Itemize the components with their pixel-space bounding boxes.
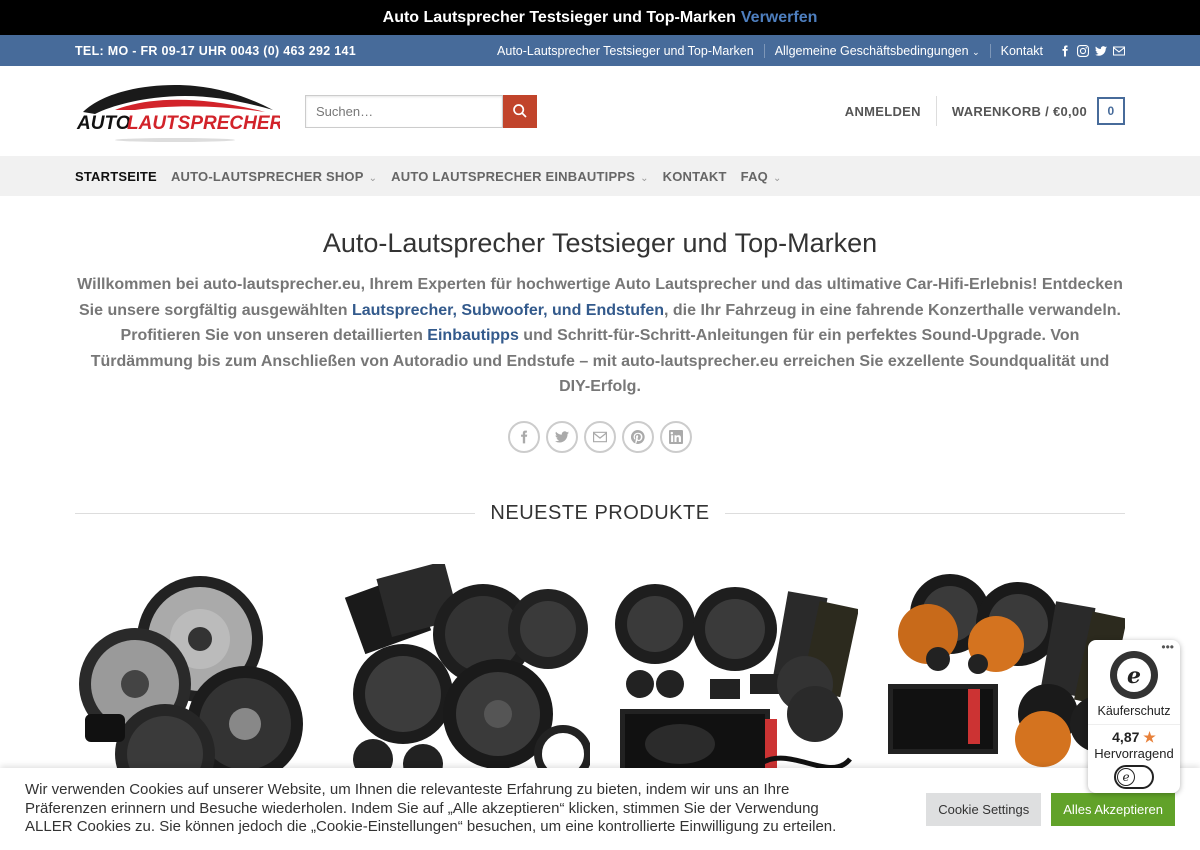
cookie-settings-button[interactable]: Cookie Settings [926,792,1042,826]
accept-all-button[interactable]: Alles Akzeptieren [1051,792,1175,826]
svg-text:e: e [1127,663,1141,689]
product-card[interactable] [75,563,323,784]
pinterest-icon [631,429,645,444]
trusted-shops-badge[interactable]: ••• e Käuferschutz 4,87 ★ Hervorragend e [1088,640,1180,793]
top-link-agb[interactable]: Allgemeine Geschäftsbedingungen ⌄ [765,43,991,58]
top-link-testsieger[interactable]: Auto-Lautsprecher Testsieger und Top-Mar… [487,43,765,58]
star-icon: ★ [1143,729,1156,745]
chevron-down-icon: ⌄ [637,172,649,184]
rating-value: 4,87 ★ [1088,724,1180,746]
main-nav: STARTSEITE AUTO-LAUTSPRECHER SHOP ⌄ AUTO… [0,156,1200,196]
logo-text-lautsprecher: LAUTSPRECHER [127,113,280,134]
cart-count-badge: 0 [1097,97,1125,125]
info-bar: TEL: MO - FR 09-17 UHR 0043 (0) 463 292 … [0,35,1200,66]
announcement-bar: Auto Lautsprecher Testsieger und Top-Mar… [0,0,1200,35]
product-image [79,575,303,784]
linkedin-icon [669,429,683,444]
nav-item-einbautipps[interactable]: AUTO LAUTSPRECHER EINBAUTIPPS ⌄ [391,169,648,184]
cookie-banner: Wir verwenden Cookies auf unserer Websit… [0,768,1200,850]
announcement-text: Auto Lautsprecher Testsieger und Top-Mar… [382,8,736,26]
share-twitter-button[interactable] [546,420,578,453]
kaeuferschutz-label: Käuferschutz [1097,704,1171,718]
trusted-shops-seal-icon: e [1109,650,1159,700]
product-image [615,583,858,779]
cart-label: WARENKORB / €0,00 [951,103,1087,119]
chevron-down-icon: ⌄ [365,172,378,184]
products-link[interactable]: Lautsprecher, Subwoofer, und Endstufen [352,302,664,319]
chevron-down-icon: ⌄ [972,46,980,57]
phone-info: TEL: MO - FR 09-17 UHR 0043 (0) 463 292 … [75,43,357,58]
main-content: Auto-Lautsprecher Testsieger und Top-Mar… [0,228,1200,784]
search-form: Suchen… [305,94,537,128]
section-title-text: NEUESTE PRODUKTE [490,501,710,524]
share-email-button[interactable] [584,420,616,453]
product-image [344,563,590,784]
nav-item-shop-label: AUTO-LAUTSPRECHER SHOP [170,168,364,184]
product-card[interactable] [342,563,590,784]
product-card[interactable] [610,563,858,784]
facebook-icon[interactable] [1059,45,1071,57]
top-link-agb-label: Allgemeine Geschäftsbedingungen [774,43,969,58]
share-pinterest-button[interactable] [622,420,654,453]
trusted-shops-e-icon: e [1117,768,1135,786]
site-header: AUTO LAUTSPRECHER Suchen… ANMELDEN WAREN… [0,66,1200,156]
rating-number: 4,87 [1112,729,1140,745]
intro-text: Willkommen bei auto-lautsprecher.eu, Ihr… [75,272,1125,400]
section-heading: NEUESTE PRODUKTE [75,502,1125,525]
divider [75,512,476,514]
top-link-kontakt[interactable]: Kontakt [991,44,1053,58]
nav-item-faq[interactable]: FAQ ⌄ [741,169,782,184]
facebook-icon [521,430,528,443]
twitter-icon [555,430,569,443]
more-options-icon[interactable]: ••• [1161,640,1174,654]
nav-item-startseite[interactable]: STARTSEITE [75,169,157,184]
share-linkedin-button[interactable] [660,420,692,453]
search-button[interactable] [503,94,537,128]
nav-item-einbautipps-label: AUTO LAUTSPRECHER EINBAUTIPPS [391,168,636,184]
mail-icon[interactable] [1113,45,1125,57]
dismiss-link[interactable]: Verwerfen [741,9,817,27]
chevron-down-icon: ⌄ [769,172,782,184]
badge-toggle[interactable]: e [1114,765,1154,789]
search-input[interactable]: Suchen… [305,94,503,128]
logo-text-auto: AUTO [76,113,131,134]
einbautipps-link[interactable]: Einbautipps [427,327,519,344]
cart-link[interactable]: WARENKORB / €0,00 0 [937,97,1125,125]
nav-item-shop[interactable]: AUTO-LAUTSPRECHER SHOP ⌄ [171,169,377,184]
share-facebook-button[interactable] [508,420,540,453]
nav-item-kontakt[interactable]: KONTAKT [663,169,727,184]
mail-icon [593,431,607,442]
instagram-icon[interactable] [1077,44,1089,57]
cookie-text: Wir verwenden Cookies auf unserer Websit… [25,781,837,836]
search-icon [513,104,527,118]
product-grid [75,563,1125,784]
share-buttons [75,420,1125,453]
site-logo[interactable]: AUTO LAUTSPRECHER [75,76,284,146]
nav-item-faq-label: FAQ [740,168,768,184]
login-link[interactable]: ANMELDEN [845,96,937,126]
divider [724,512,1125,514]
twitter-icon[interactable] [1095,45,1107,57]
page-title: Auto-Lautsprecher Testsieger und Top-Mar… [322,228,878,258]
rating-grade: Hervorragend [1094,746,1174,761]
